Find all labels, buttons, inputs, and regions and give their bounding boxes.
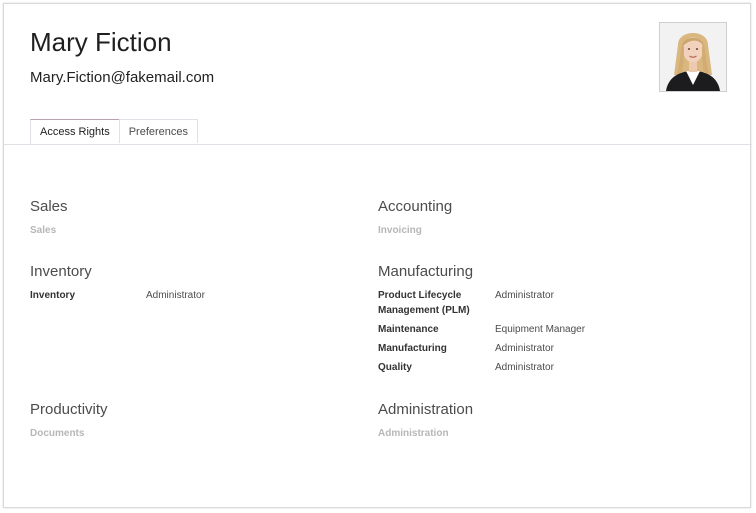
form-tabs: Access Rights Preferences: [30, 119, 199, 144]
tabs-divider: [4, 144, 752, 145]
field-label-plm-line2: Management (PLM): [378, 305, 470, 316]
field-value-manufacturing[interactable]: Administrator: [495, 341, 554, 356]
field-label-plm-line1: Product Lifecycle: [378, 290, 462, 301]
tab-access-rights[interactable]: Access Rights: [30, 119, 119, 144]
field-label-maintenance: Maintenance: [378, 324, 439, 335]
group-title-productivity: Productivity: [30, 401, 108, 418]
group-title-sales: Sales: [30, 198, 68, 215]
field-label-manufacturing: Manufacturing: [378, 343, 447, 354]
user-avatar[interactable]: [659, 22, 727, 92]
field-value-maintenance[interactable]: Equipment Manager: [495, 322, 585, 337]
group-title-manufacturing: Manufacturing: [378, 263, 474, 280]
field-value-quality[interactable]: Administrator: [495, 360, 554, 375]
user-name[interactable]: Mary Fiction: [30, 26, 172, 58]
field-label-quality: Quality: [378, 362, 412, 373]
user-form-sheet: Mary Fiction Mary.Fiction@fakemail.com A: [3, 3, 752, 508]
group-note-administration: Administration: [378, 428, 449, 439]
tab-preferences[interactable]: Preferences: [118, 119, 199, 143]
group-note-productivity: Documents: [30, 428, 85, 439]
group-title-inventory: Inventory: [30, 263, 92, 280]
group-note-accounting: Invoicing: [378, 225, 422, 236]
field-label-inventory: Inventory: [30, 290, 76, 301]
field-value-inventory[interactable]: Administrator: [146, 288, 205, 303]
group-title-accounting: Accounting: [378, 198, 453, 215]
user-photo-icon: [660, 23, 726, 91]
group-note-sales: Sales: [30, 225, 57, 236]
group-title-administration: Administration: [378, 401, 474, 418]
field-value-plm[interactable]: Administrator: [495, 288, 554, 303]
user-email[interactable]: Mary.Fiction@fakemail.com: [30, 68, 214, 88]
